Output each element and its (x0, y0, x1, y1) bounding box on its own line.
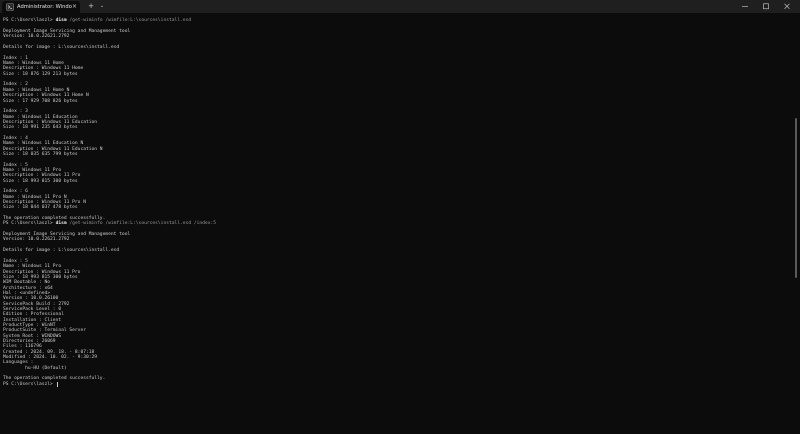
terminal-tab[interactable]: Administrator: Windows Pow × (2, 1, 80, 13)
powershell-icon (6, 3, 14, 11)
command-line[interactable]: PS C:\Users\laszl> (3, 381, 788, 387)
close-icon (784, 3, 790, 10)
text-cursor (56, 381, 58, 387)
scrollbar-thumb[interactable] (795, 118, 797, 278)
maximize-button[interactable] (756, 0, 776, 13)
minimize-button[interactable] (735, 0, 755, 13)
tab-title: Administrator: Windows Pow (17, 4, 72, 10)
tab-dropdown-button[interactable]: ⌄ (97, 1, 107, 12)
command-args: /get-wiminfo /wimfile:L:\sources\install… (66, 18, 192, 24)
close-tab-icon[interactable]: × (72, 4, 77, 10)
command: dism (55, 221, 67, 227)
command: dism (55, 18, 67, 24)
command-args: /get-wiminfo /wimfile:L:\sources\install… (66, 221, 216, 227)
new-tab-button[interactable]: + (86, 1, 96, 12)
prompt: PS C:\Users\laszl> (3, 18, 56, 24)
maximize-icon (763, 3, 769, 10)
title-bar: Administrator: Windows Pow × + ⌄ (0, 0, 800, 13)
prompt: PS C:\Users\laszl> (3, 381, 56, 387)
close-window-button[interactable] (777, 0, 797, 13)
minimize-icon (742, 6, 748, 7)
prompt: PS C:\Users\laszl> (3, 221, 56, 227)
terminal-output[interactable]: PS C:\Users\laszl> dism /get-wiminfo /wi… (3, 13, 788, 433)
